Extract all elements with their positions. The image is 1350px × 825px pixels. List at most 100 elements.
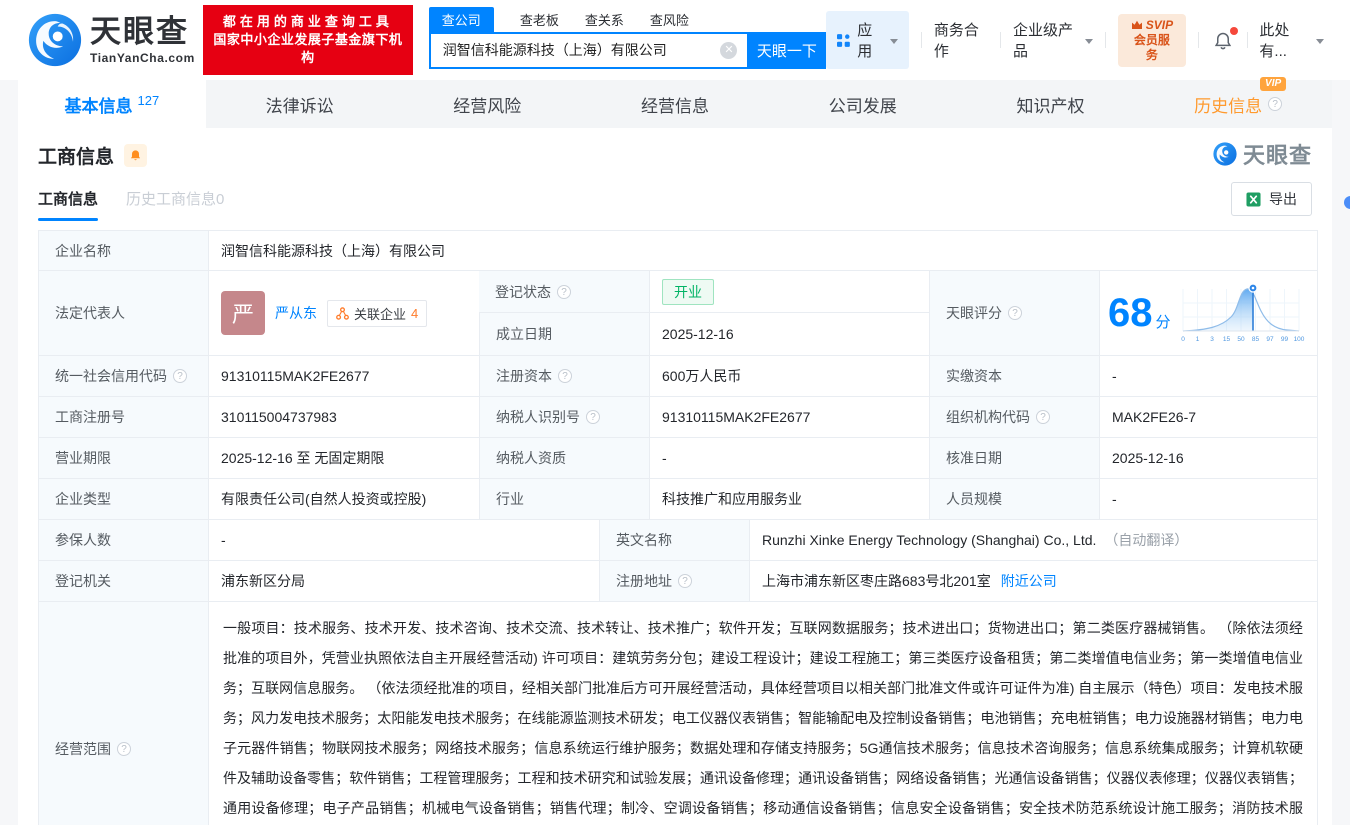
tab-legal-proceedings[interactable]: 法律诉讼	[206, 80, 394, 128]
score-axis-label: 3	[1210, 336, 1214, 343]
help-icon[interactable]	[557, 285, 571, 299]
taxpayer-qualification-label: 纳税人资质	[479, 438, 649, 478]
account-menu[interactable]: 此处有...	[1259, 19, 1324, 61]
divider	[1247, 32, 1248, 48]
legal-rep-label: 法定代表人	[39, 271, 208, 355]
score-axis-label: 1	[1195, 336, 1199, 343]
logo-title: 天眼查	[90, 16, 195, 47]
help-icon[interactable]	[1036, 410, 1050, 424]
business-cooperation-link[interactable]: 商务合作	[934, 19, 988, 61]
registration-number-label: 工商注册号	[39, 397, 208, 437]
logo-subtitle: TianYanCha.com	[90, 52, 195, 64]
help-icon[interactable]	[1268, 97, 1282, 111]
apps-button[interactable]: 应用	[826, 11, 909, 69]
chevron-down-icon	[1085, 39, 1093, 44]
help-icon[interactable]	[1008, 306, 1022, 320]
chevron-down-icon	[1316, 39, 1324, 44]
tab-basic-info[interactable]: 基本信息 127	[18, 80, 206, 128]
tab-intellectual-property[interactable]: 知识产权	[957, 80, 1145, 128]
divider	[1000, 32, 1001, 48]
top-right-nav: 应用 商务合作 企业级产品 SVIP 会员服务	[826, 11, 1324, 69]
score-axis-label: 0	[1181, 336, 1185, 343]
score-axis-label: 99	[1280, 336, 1288, 343]
tab-history-info[interactable]: 历史信息 VIP	[1144, 80, 1332, 128]
registered-address-value: 上海市浦东新区枣庄路683号北201室 附近公司	[749, 561, 1317, 601]
bell-icon	[1213, 31, 1233, 51]
help-icon[interactable]	[678, 574, 692, 588]
table-row: 工商注册号 310115004737983 纳税人识别号 91310115MAK…	[39, 397, 1317, 438]
score-unit: 分	[1156, 311, 1171, 332]
search-tab-boss[interactable]: 查老板	[520, 7, 559, 32]
taxpayer-qualification-value: -	[649, 438, 929, 478]
search-input[interactable]	[429, 32, 748, 69]
account-label: 此处有...	[1259, 19, 1310, 61]
taxpayer-id-value: 91310115MAK2FE2677	[649, 397, 929, 437]
divider	[921, 32, 922, 48]
score-axis-label: 15	[1222, 336, 1230, 343]
export-button[interactable]: 导出	[1231, 182, 1312, 216]
registered-address-label: 注册地址	[599, 561, 749, 601]
registration-number-value: 310115004737983	[208, 397, 479, 437]
business-scope-label: 经营范围	[39, 602, 208, 825]
tab-operation-risk[interactable]: 经营风险	[393, 80, 581, 128]
watermark-logo-icon	[1213, 142, 1237, 166]
svip-label: SVIP	[1146, 18, 1173, 33]
score-axis-label: 85	[1251, 336, 1259, 343]
paid-in-capital-value: -	[1099, 356, 1317, 396]
score-axis-label: 50	[1237, 336, 1245, 343]
legal-rep-name-link[interactable]: 严从东	[275, 303, 317, 323]
establish-date-value: 2025-12-16	[649, 313, 929, 355]
search-tabs: 查公司 查老板 查关系 查风险	[429, 10, 827, 32]
help-icon[interactable]	[558, 369, 572, 383]
help-icon[interactable]	[173, 369, 187, 383]
monitor-bell-button[interactable]	[124, 144, 147, 167]
search-tab-risk[interactable]: 查风险	[650, 7, 689, 32]
search-tab-company[interactable]: 查公司	[429, 7, 494, 32]
subtab-history-business-info[interactable]: 历史工商信息0	[126, 188, 224, 221]
table-row: 企业类型 有限责任公司(自然人投资或控股) 行业 科技推广和应用服务业 人员规模…	[39, 479, 1317, 520]
score-label: 天眼评分	[929, 271, 1099, 355]
registered-capital-value: 600万人民币	[649, 356, 929, 396]
banner-line2: 国家中小企业发展子基金旗下机构	[213, 31, 403, 67]
tab-operation-info[interactable]: 经营信息	[581, 80, 769, 128]
bell-icon	[129, 149, 142, 162]
table-row: 统一社会信用代码 91310115MAK2FE2677 注册资本 600万人民币…	[39, 356, 1317, 397]
score-distribution-chart: 0 1 3 15 50 85 97 99 100	[1177, 281, 1305, 345]
tianyancha-logo[interactable]: 天眼查 TianYanCha.com	[28, 13, 195, 67]
business-info-subtabs: 工商信息 历史工商信息0	[38, 188, 224, 221]
floating-widget-dot[interactable]	[1344, 196, 1350, 209]
help-icon[interactable]	[117, 742, 131, 756]
search-block: 查公司 查老板 查关系 查风险 天眼一下	[429, 10, 827, 69]
related-companies-badge[interactable]: 关联企业 4	[327, 300, 427, 327]
apps-grid-icon	[837, 33, 850, 48]
approval-date-label: 核准日期	[929, 438, 1099, 478]
reg-status-label: 登记状态	[479, 271, 649, 313]
apps-label: 应用	[857, 19, 883, 61]
insured-count-label: 参保人数	[39, 520, 208, 560]
nearby-companies-link[interactable]: 附近公司	[1001, 571, 1057, 591]
notifications-button[interactable]	[1211, 29, 1235, 51]
search-button[interactable]: 天眼一下	[747, 32, 826, 69]
reg-status-value: 开业	[649, 271, 929, 313]
table-row: 营业期限 2025-12-16 至 无固定期限 纳税人资质 - 核准日期 202…	[39, 438, 1317, 479]
paid-in-capital-label: 实缴资本	[929, 356, 1099, 396]
svip-member-button[interactable]: SVIP 会员服务	[1118, 14, 1185, 67]
tab-company-development[interactable]: 公司发展	[769, 80, 957, 128]
enterprise-products-link[interactable]: 企业级产品	[1013, 19, 1093, 61]
business-scope-value: 一般项目：技术服务、技术开发、技术咨询、技术交流、技术转让、技术推广；软件开发；…	[208, 602, 1317, 825]
organization-code-value: MAK2FE26-7	[1099, 397, 1317, 437]
score-axis-label: 97	[1266, 336, 1274, 343]
business-term-label: 营业期限	[39, 438, 208, 478]
industry-label: 行业	[479, 479, 649, 519]
company-type-value: 有限责任公司(自然人投资或控股)	[208, 479, 479, 519]
clear-search-icon[interactable]	[720, 42, 737, 59]
top-bar: 天眼查 TianYanCha.com 都在用的商业查询工具 国家中小企业发展子基…	[0, 0, 1350, 80]
staff-size-label: 人员规模	[929, 479, 1099, 519]
subtab-business-info[interactable]: 工商信息	[38, 188, 98, 221]
help-icon[interactable]	[586, 410, 600, 424]
score-axis-label: 100	[1293, 336, 1304, 343]
legal-rep-cell: 严 严从东 关联企业 4	[208, 271, 479, 355]
search-tab-relation[interactable]: 查关系	[585, 7, 624, 32]
legal-rep-avatar[interactable]: 严	[221, 291, 265, 335]
chevron-down-icon	[890, 39, 898, 44]
